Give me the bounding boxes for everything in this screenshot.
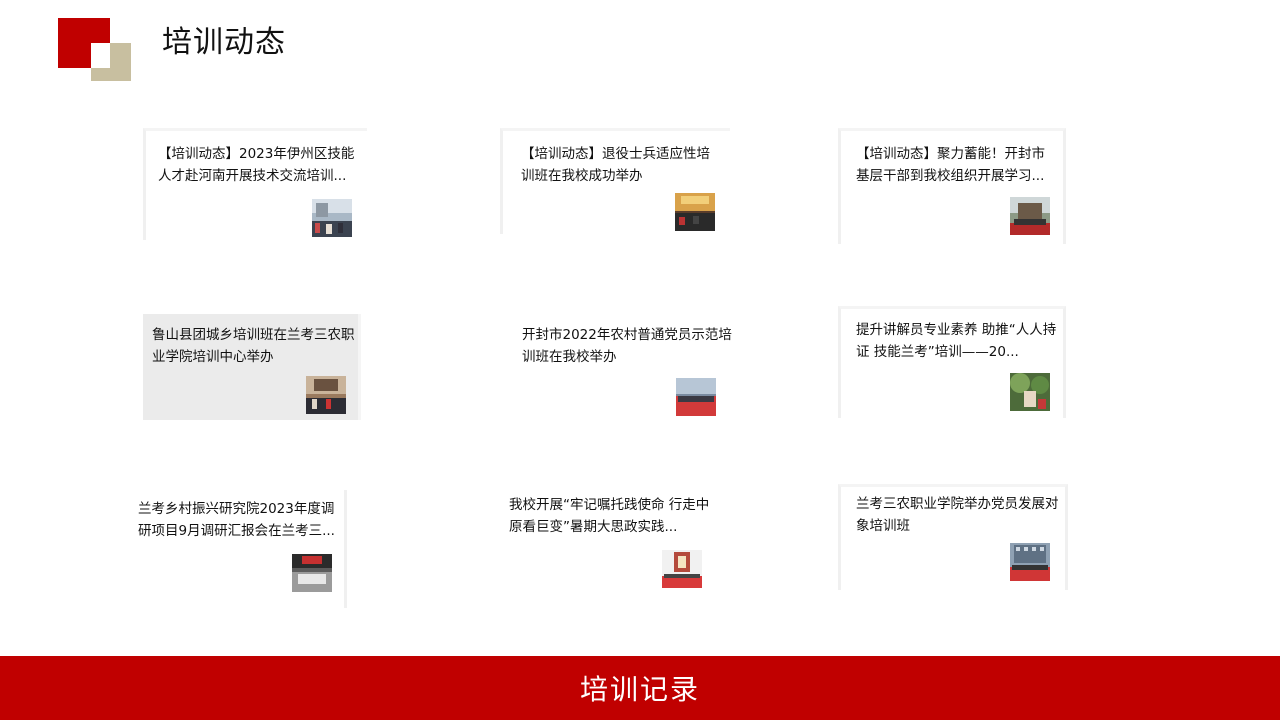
news-card-title[interactable]: 我校开展“牢记嘱托践使命 行走中原看巨变”暑期大思政实践...	[509, 494, 719, 538]
news-card[interactable]: 兰考乡村振兴研究院2023年度调研项目9月调研汇报会在兰考三...	[135, 490, 347, 608]
news-card-thumbnail[interactable]	[306, 376, 346, 414]
news-card[interactable]: 我校开展“牢记嘱托践使命 行走中原看巨变”暑期大思政实践...	[500, 486, 732, 596]
training-records-label: 培训记录	[579, 673, 700, 706]
news-card[interactable]: 兰考三农职业学院举办党员发展对象培训班	[838, 484, 1068, 590]
news-card-thumbnail[interactable]	[292, 554, 332, 592]
logo	[58, 18, 132, 82]
news-card-title[interactable]: 【培训动态】聚力蓄能！开封市基层干部到我校组织开展学习...	[856, 143, 1056, 187]
news-card-title[interactable]: 兰考乡村振兴研究院2023年度调研项目9月调研汇报会在兰考三...	[138, 498, 343, 542]
news-card-thumbnail[interactable]	[662, 550, 702, 588]
news-card-title[interactable]: 鲁山县团城乡培训班在兰考三农职业学院培训中心举办	[152, 324, 357, 368]
news-card-thumbnail[interactable]	[676, 378, 716, 416]
news-card-thumbnail[interactable]	[312, 199, 352, 237]
news-card-title[interactable]: 提升讲解员专业素养 助推“人人持证 技能兰考”培训——20...	[856, 319, 1059, 363]
news-card-title[interactable]: 【培训动态】2023年伊州区技能人才赴河南开展技术交流培训...	[158, 143, 358, 187]
news-card[interactable]: 【培训动态】2023年伊州区技能人才赴河南开展技术交流培训...	[143, 128, 367, 240]
news-card-thumbnail[interactable]	[1010, 373, 1050, 411]
news-card[interactable]: 提升讲解员专业素养 助推“人人持证 技能兰考”培训——20...	[838, 306, 1066, 418]
logo-square-notch	[91, 43, 110, 68]
news-card-thumbnail[interactable]	[1010, 197, 1050, 235]
page-title: 培训动态	[162, 25, 286, 60]
news-card-title[interactable]: 【培训动态】退役士兵适应性培训班在我校成功举办	[521, 143, 721, 187]
news-card-thumbnail[interactable]	[1010, 543, 1050, 581]
news-card-hovered[interactable]: 鲁山县团城乡培训班在兰考三农职业学院培训中心举办	[143, 314, 361, 420]
news-card[interactable]: 【培训动态】聚力蓄能！开封市基层干部到我校组织开展学习...	[838, 128, 1066, 244]
news-card-title[interactable]: 兰考三农职业学院举办党员发展对象培训班	[856, 493, 1059, 537]
news-card-thumbnail[interactable]	[675, 193, 715, 231]
news-card[interactable]: 【培训动态】退役士兵适应性培训班在我校成功举办	[500, 128, 730, 234]
news-card[interactable]: 开封市2022年农村普通党员示范培训班在我校举办	[510, 314, 740, 420]
news-card-title[interactable]: 开封市2022年农村普通党员示范培训班在我校举办	[522, 324, 732, 368]
training-records-button[interactable]: 培训记录	[0, 656, 1280, 720]
